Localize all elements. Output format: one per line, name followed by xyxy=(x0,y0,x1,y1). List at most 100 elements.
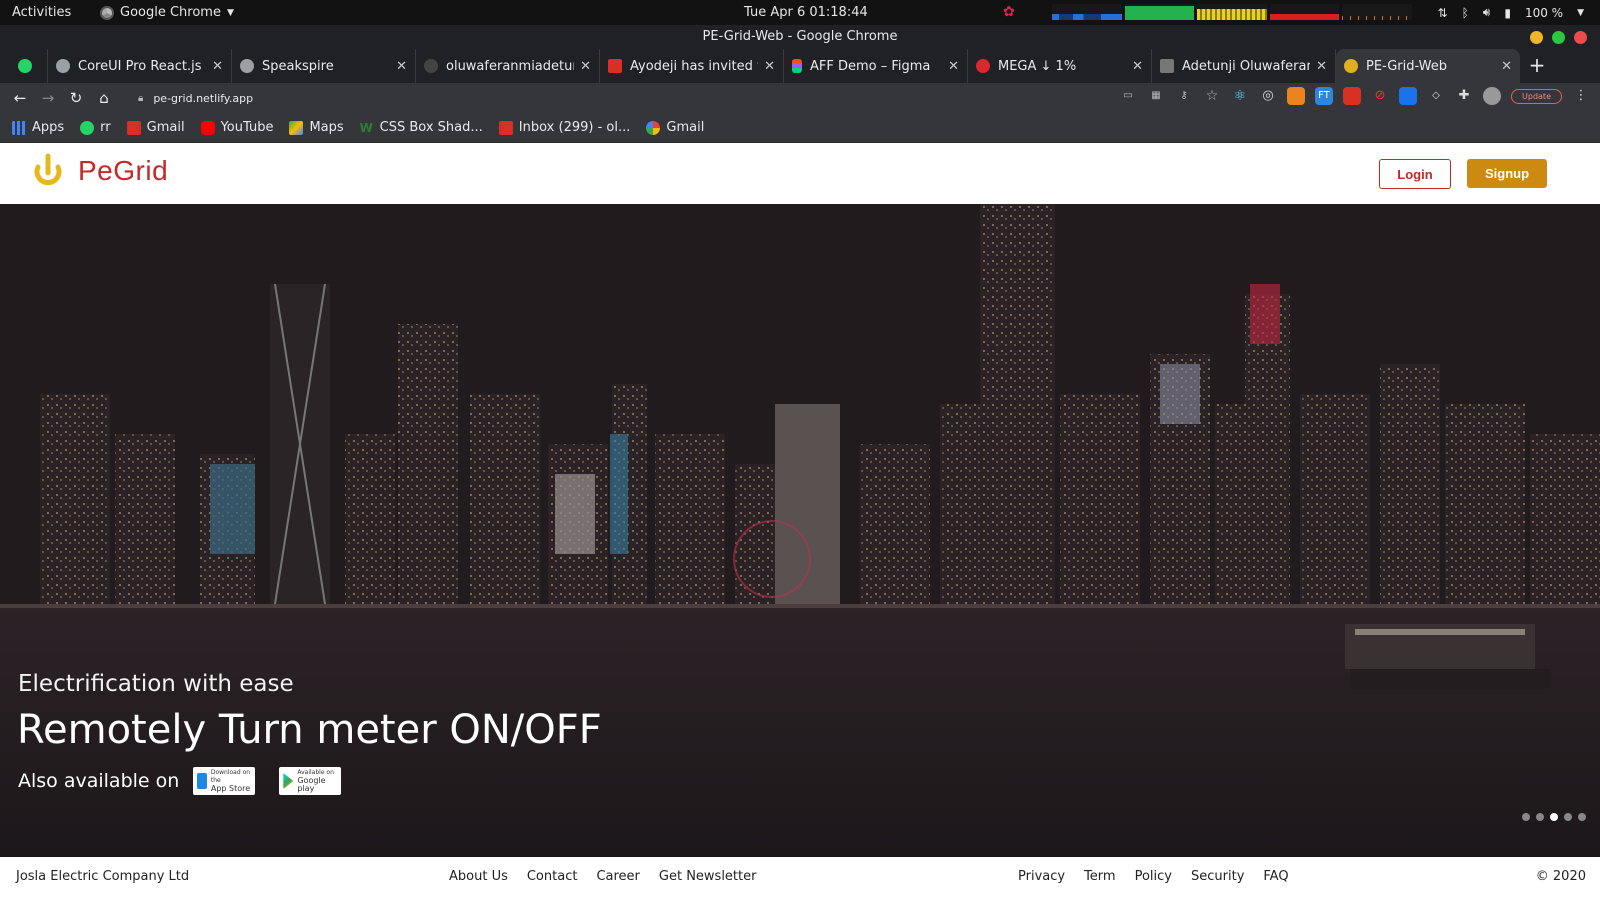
tab-strip: CoreUI Pro React.js ✕ Speakspire ✕ oluwa… xyxy=(0,49,1600,83)
tool-extension-icon[interactable] xyxy=(1399,87,1418,105)
activities-button[interactable]: Activities xyxy=(12,5,71,20)
app-menu[interactable]: Google Chrome ▼ xyxy=(100,5,234,20)
system-tray[interactable]: ⇅ ᛒ 🔊︎ ▮ 100 % ▼ xyxy=(1438,5,1584,20)
metamask-icon[interactable] xyxy=(1287,87,1306,105)
lock-icon[interactable]: 🔒︎ xyxy=(138,93,143,104)
footer-link-privacy[interactable]: Privacy xyxy=(1018,869,1065,884)
bluetooth-icon[interactable]: ᛒ xyxy=(1462,6,1469,20)
close-tab-icon[interactable]: ✕ xyxy=(1132,59,1143,74)
bookmark-label: Inbox (299) - ol... xyxy=(518,120,631,135)
close-tab-icon[interactable]: ✕ xyxy=(396,59,407,74)
blocker-icon[interactable]: ⊘ xyxy=(1371,87,1389,105)
login-button[interactable]: Login xyxy=(1379,159,1451,189)
clock[interactable]: Tue Apr 6 01:18:44 xyxy=(744,5,868,20)
badge-small-text: Download on the xyxy=(210,769,251,784)
extension-ft-icon[interactable]: FT xyxy=(1315,87,1334,105)
calendar-extension-icon[interactable] xyxy=(1343,87,1362,105)
tab-gmail-invite[interactable]: Ayodeji has invited you ✕ xyxy=(600,49,784,83)
footer-link-faq[interactable]: FAQ xyxy=(1263,869,1288,884)
tab-mega[interactable]: MEGA ↓ 1% ✕ xyxy=(968,49,1152,83)
bookmark-rr[interactable]: rr xyxy=(80,120,111,135)
tab-profile[interactable]: Adetunji Oluwaferanmi ✕ xyxy=(1152,49,1336,83)
close-window-button[interactable] xyxy=(1574,31,1587,44)
minimize-button[interactable] xyxy=(1530,31,1543,44)
chevron-down-icon[interactable]: ▼ xyxy=(1577,8,1584,18)
signup-button[interactable]: Signup xyxy=(1467,159,1547,188)
maximize-button[interactable] xyxy=(1552,31,1565,44)
footer-link-term[interactable]: Term xyxy=(1084,869,1116,884)
puzzle-icon[interactable]: ✚ xyxy=(1455,87,1473,105)
bookmark-apps[interactable]: Apps xyxy=(12,120,64,135)
bookmark-label: Gmail xyxy=(146,120,185,135)
tab-speakspire[interactable]: Speakspire ✕ xyxy=(232,49,416,83)
apps-grid-icon xyxy=(12,120,26,135)
close-tab-icon[interactable]: ✕ xyxy=(1501,59,1512,74)
footer-link-contact[interactable]: Contact xyxy=(527,869,578,884)
key-icon[interactable]: ⚷ xyxy=(1175,87,1193,105)
tab-coreui[interactable]: CoreUI Pro React.js ✕ xyxy=(48,49,232,83)
battery-icon[interactable]: ▮ xyxy=(1504,6,1511,20)
forward-icon[interactable]: → xyxy=(34,89,62,107)
close-tab-icon[interactable]: ✕ xyxy=(1316,59,1327,74)
carousel-dot[interactable] xyxy=(1536,813,1544,821)
close-tab-icon[interactable]: ✕ xyxy=(212,59,223,74)
bookmark-css-box-shadow[interactable]: W CSS Box Shad... xyxy=(360,120,483,135)
app-store-icon xyxy=(197,773,207,789)
carousel-dot-active[interactable] xyxy=(1550,813,1558,821)
url-text[interactable]: pe-grid.netlify.app xyxy=(153,92,253,105)
google-play-badge[interactable]: Available on Google play xyxy=(279,767,342,795)
badge-big-text: Google play xyxy=(297,776,326,793)
close-tab-icon[interactable]: ✕ xyxy=(764,59,775,74)
site-logo[interactable]: PeGrid xyxy=(32,153,168,189)
close-tab-icon[interactable]: ✕ xyxy=(948,59,959,74)
carousel-dot[interactable] xyxy=(1522,813,1530,821)
avatar[interactable] xyxy=(1483,87,1502,105)
carousel-dot[interactable] xyxy=(1564,813,1572,821)
gmail-icon xyxy=(608,59,622,73)
close-tab-icon[interactable]: ✕ xyxy=(580,59,591,74)
tab-figma[interactable]: AFF Demo – Figma ✕ xyxy=(784,49,968,83)
network-icon[interactable]: ⇅ xyxy=(1438,6,1448,20)
update-button[interactable]: Update xyxy=(1511,88,1562,104)
bookmark-gmail[interactable]: Gmail xyxy=(126,120,185,135)
new-tab-button[interactable]: + xyxy=(1520,49,1554,83)
tab-pegrid[interactable]: PE-Grid-Web ✕ xyxy=(1336,49,1520,83)
back-icon[interactable]: ← xyxy=(6,89,34,107)
slack-icon[interactable]: ✿ xyxy=(1003,4,1015,20)
pegrid-favicon-icon xyxy=(1344,59,1358,73)
apps-grid-icon[interactable]: ▦ xyxy=(1147,87,1165,105)
cast-icon[interactable]: ▭ xyxy=(1119,87,1137,105)
footer-link-career[interactable]: Career xyxy=(596,869,639,884)
site-footer: Josla Electric Company Ltd About Us Cont… xyxy=(0,857,1600,900)
carousel-dot[interactable] xyxy=(1578,813,1586,821)
carousel-indicators xyxy=(1522,813,1586,821)
bookmark-maps[interactable]: Maps xyxy=(289,120,344,135)
reload-icon[interactable]: ↻ xyxy=(62,89,90,107)
footer-link-security[interactable]: Security xyxy=(1191,869,1244,884)
react-devtools-icon[interactable]: ⚛ xyxy=(1231,87,1249,105)
bookmark-youtube[interactable]: YouTube xyxy=(200,120,273,135)
home-icon[interactable]: ⌂ xyxy=(90,89,118,107)
power-logo-icon xyxy=(34,153,62,186)
globe-icon xyxy=(240,59,254,73)
mega-icon xyxy=(976,59,990,73)
tab-whatsapp-pinned[interactable] xyxy=(10,49,48,83)
bookmark-gmail-2[interactable]: Gmail xyxy=(646,120,704,135)
app-store-badge[interactable]: Download on the App Store xyxy=(193,767,256,795)
volume-icon[interactable]: 🔊︎ xyxy=(1483,5,1491,20)
youtube-icon xyxy=(200,120,215,135)
bookmark-label: Gmail xyxy=(666,120,705,135)
bookmark-inbox[interactable]: Inbox (299) - ol... xyxy=(498,120,631,135)
more-menu-icon[interactable]: ⋮ xyxy=(1572,87,1590,105)
footer-link-newsletter[interactable]: Get Newsletter xyxy=(659,869,757,884)
footer-link-policy[interactable]: Policy xyxy=(1135,869,1172,884)
tab-github[interactable]: oluwaferanmiadetunji ✕ xyxy=(416,49,600,83)
ticket-icon[interactable]: ◇ xyxy=(1427,87,1445,105)
footer-link-about[interactable]: About Us xyxy=(449,869,508,884)
footer-links-legal: Privacy Term Policy Security FAQ xyxy=(1018,869,1289,884)
gmail-icon xyxy=(126,120,141,135)
target-icon[interactable]: ◎ xyxy=(1259,87,1277,105)
bookmark-star-icon[interactable]: ☆ xyxy=(1203,87,1221,105)
web-page: PeGrid Login Signup Electrification with… xyxy=(0,143,1600,900)
address-bar[interactable]: 🔒︎ pe-grid.netlify.app xyxy=(138,92,1038,105)
